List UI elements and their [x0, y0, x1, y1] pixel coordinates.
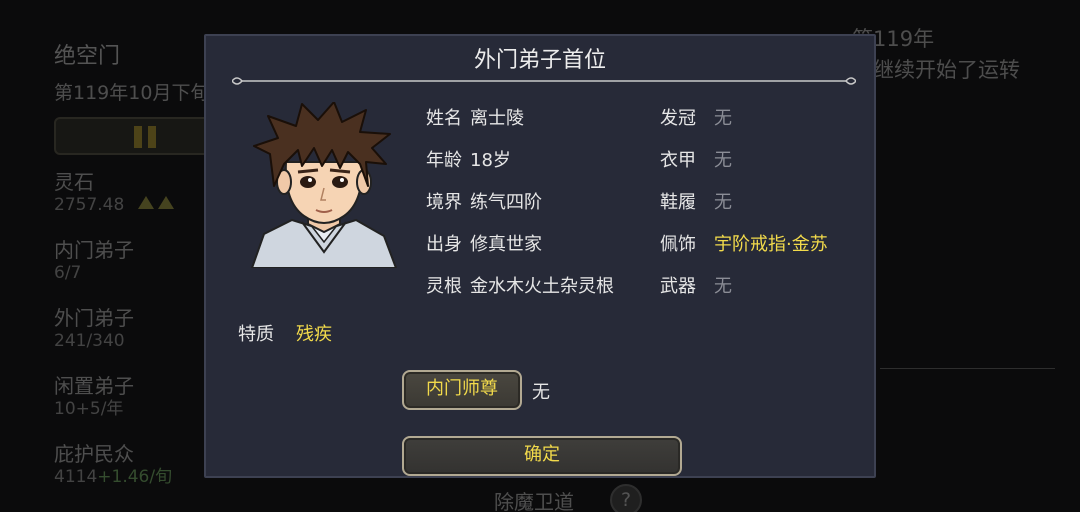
equip-armor[interactable]: 衣甲无: [660, 146, 732, 172]
confirm-button[interactable]: 确定: [402, 436, 682, 476]
equip-weapon[interactable]: 武器无: [660, 272, 732, 298]
info-age: 年龄 18岁: [426, 150, 511, 171]
inner-master-button[interactable]: 内门师尊: [402, 370, 522, 410]
equip-accessory[interactable]: 佩饰 宇阶戒指·金苏: [660, 230, 828, 256]
equip-crown[interactable]: 发冠无: [660, 104, 732, 130]
info-realm: 境界 练气四阶: [426, 192, 542, 213]
equip-shoes[interactable]: 鞋履无: [660, 188, 732, 214]
ornament-divider: [232, 77, 856, 85]
inner-master-value: 无: [532, 382, 550, 403]
disciple-portrait: [250, 102, 398, 268]
dialog-title: 外门弟子首位: [473, 48, 606, 73]
disciple-detail-dialog: 外门弟子首位 姓名 离士陵 年龄 18岁 境界 练气四阶 出身 修真世家 灵根 …: [204, 34, 876, 478]
trait-row: 特质 残疾: [238, 324, 332, 345]
trait-value: 残疾: [296, 324, 332, 345]
info-origin: 出身 修真世家: [426, 234, 542, 255]
info-spirit-root: 灵根 金水木火土杂灵根: [426, 276, 614, 297]
info-name: 姓名 离士陵: [426, 108, 524, 129]
